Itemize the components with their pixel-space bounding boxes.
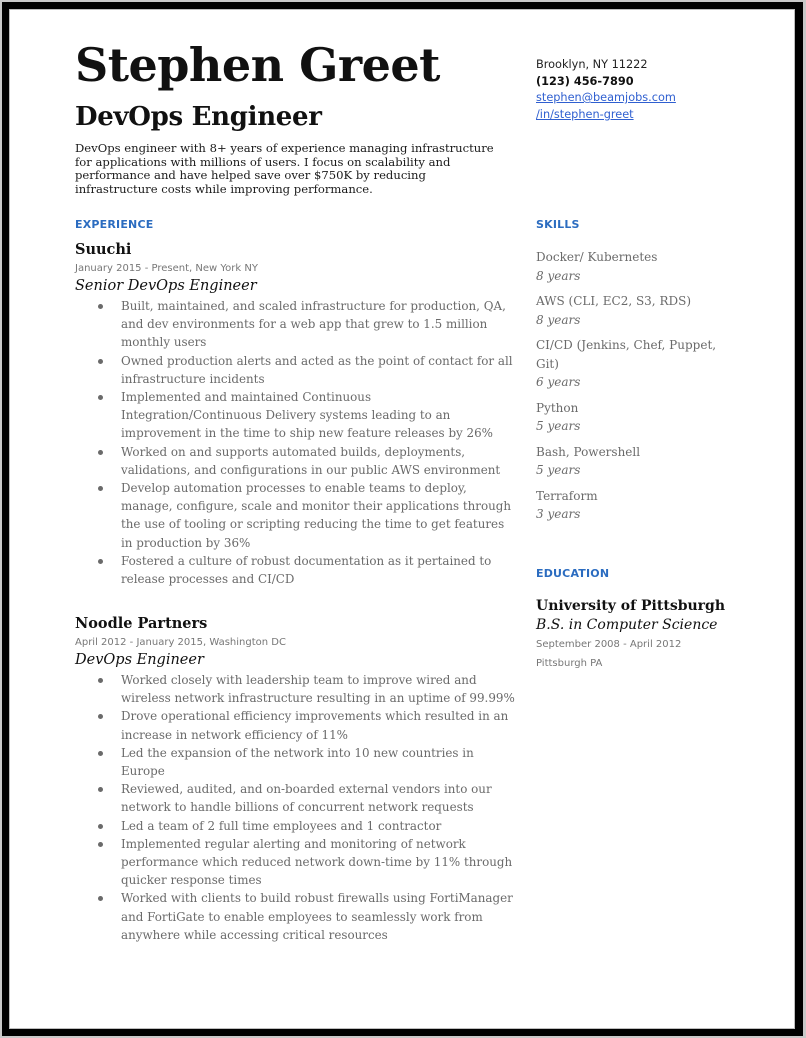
bullet-dot-icon: [98, 558, 103, 564]
education-heading: EDUCATION: [536, 567, 610, 580]
resume-page: Stephen Greet DevOps Engineer DevOps eng…: [9, 9, 795, 1029]
bullet-dot-icon: [98, 358, 103, 364]
skill-years: 6 years: [536, 375, 581, 389]
bullet-dot-icon: [98, 304, 103, 309]
skill-years: 3 years: [536, 507, 581, 521]
school-name: University of Pittsburgh: [536, 598, 726, 614]
bullet-item: Built, maintained, and scaled infrastruc…: [75, 297, 515, 352]
skill-years: 8 years: [536, 312, 581, 327]
bullet-item: Develop automation processes to enable t…: [75, 479, 515, 552]
skill-years: 5 years: [536, 463, 581, 477]
skill-name: CI/CD (Jenkins, Chef, Puppet, Git): [536, 338, 717, 371]
skill-item: AWS (CLI, EC2, S3, RDS) 8 years: [536, 292, 721, 329]
bullet-text: Led a team of 2 full time employees and …: [121, 818, 442, 833]
skills-heading: SKILLS: [536, 218, 580, 231]
bullet-dot-icon: [98, 486, 103, 492]
bullet-text: Implemented regular alerting and monitor…: [121, 836, 513, 888]
skill-name: AWS (CLI, EC2, S3, RDS): [536, 294, 691, 308]
bullet-item: Reviewed, audited, and on-boarded extern…: [75, 780, 515, 816]
contact-linkedin-link[interactable]: /in/stephen-greet: [536, 107, 676, 124]
contact-location: Brooklyn, NY 11222: [536, 58, 648, 71]
bullet-dot-icon: [98, 395, 103, 401]
bullet-item: Drove operational efficiency improvement…: [75, 707, 515, 743]
bullet-text: Implemented and maintained Continuous In…: [121, 390, 493, 441]
company-name: Noodle Partners: [75, 615, 208, 632]
skill-name: Python: [536, 400, 579, 415]
contact-email-link[interactable]: stephen@beamjobs.com: [536, 90, 676, 107]
job-meta: April 2012 - January 2015, Washington DC: [75, 637, 286, 648]
skill-name: Terraform: [536, 488, 598, 503]
skill-name: Bash, Powershell: [536, 444, 641, 459]
job-title: DevOps Engineer: [75, 102, 322, 132]
bullet-dot-icon: [98, 841, 103, 847]
bullet-item: Worked with clients to build robust fire…: [75, 889, 515, 944]
education-entry: University of Pittsburgh B.S. in Compute…: [536, 598, 725, 673]
bullet-text: Owned production alerts and acted as the…: [121, 353, 513, 386]
bullet-item: Implemented and maintained Continuous In…: [75, 388, 515, 443]
job-bullets: Built, maintained, and scaled infrastruc…: [75, 297, 515, 588]
summary: DevOps engineer with 8+ years of experie…: [75, 141, 494, 196]
contact-block: Brooklyn, NY 11222 (123) 456-7890 stephe…: [536, 57, 676, 123]
skill-item: Terraform 3 years: [536, 487, 721, 524]
bullet-text: Fostered a culture of robust documentati…: [121, 553, 492, 587]
skill-years: 8 years: [536, 268, 581, 283]
education-dates: September 2008 - April 2012: [536, 639, 682, 650]
contact-phone: (123) 456-7890: [536, 74, 634, 88]
job-meta: January 2015 - Present, New York NY: [75, 263, 258, 274]
bullet-item: Implemented regular alerting and monitor…: [75, 835, 515, 890]
bullet-item: Worked on and supports automated builds,…: [75, 443, 515, 479]
bullet-item: Led the expansion of the network into 10…: [75, 744, 515, 780]
job-role: Senior DevOps Engineer: [75, 278, 257, 294]
candidate-name: Stephen Greet: [75, 38, 440, 92]
bullet-dot-icon: [98, 449, 103, 455]
bullet-dot-icon: [98, 750, 103, 756]
job-role: DevOps Engineer: [75, 652, 204, 668]
bullet-text: Drove operational efficiency improvement…: [121, 709, 509, 742]
job-suuchi: Suuchi January 2015 - Present, New York …: [75, 241, 515, 588]
bullet-text: Develop automation processes to enable t…: [121, 481, 512, 550]
skill-name: Docker/ Kubernetes: [536, 250, 658, 264]
bullet-dot-icon: [98, 896, 103, 902]
bullet-item: Fostered a culture of robust documentati…: [75, 552, 515, 588]
skills-list: Docker/ Kubernetes 8 years AWS (CLI, EC2…: [536, 248, 721, 531]
skill-item: Python 5 years: [536, 399, 721, 436]
bullet-text: Worked with clients to build robust fire…: [121, 891, 513, 942]
bullet-text: Worked on and supports automated builds,…: [121, 444, 501, 477]
bullet-dot-icon: [98, 714, 103, 720]
skill-item: CI/CD (Jenkins, Chef, Puppet, Git) 6 yea…: [536, 336, 721, 392]
bullet-dot-icon: [98, 823, 103, 829]
bullet-text: Reviewed, audited, and on-boarded extern…: [121, 782, 492, 815]
bullet-text: Led the expansion of the network into 10…: [121, 745, 474, 779]
degree: B.S. in Computer Science: [536, 617, 718, 633]
education-location: Pittsburgh PA: [536, 658, 603, 669]
job-noodle-partners: Noodle Partners April 2012 - January 201…: [75, 615, 515, 944]
experience-heading: EXPERIENCE: [75, 218, 154, 231]
bullet-dot-icon: [98, 678, 103, 683]
job-bullets: Worked closely with leadership team to i…: [75, 671, 515, 944]
bullet-item: Owned production alerts and acted as the…: [75, 352, 515, 388]
bullet-item: Led a team of 2 full time employees and …: [75, 817, 515, 835]
company-name: Suuchi: [75, 241, 132, 258]
skill-years: 5 years: [536, 419, 581, 433]
bullet-item: Worked closely with leadership team to i…: [75, 671, 515, 707]
bullet-text: Built, maintained, and scaled infrastruc…: [121, 299, 506, 350]
skill-item: Bash, Powershell 5 years: [536, 443, 721, 480]
bullet-dot-icon: [98, 787, 103, 793]
bullet-text: Worked closely with leadership team to i…: [121, 673, 515, 706]
skill-item: Docker/ Kubernetes 8 years: [536, 248, 721, 285]
